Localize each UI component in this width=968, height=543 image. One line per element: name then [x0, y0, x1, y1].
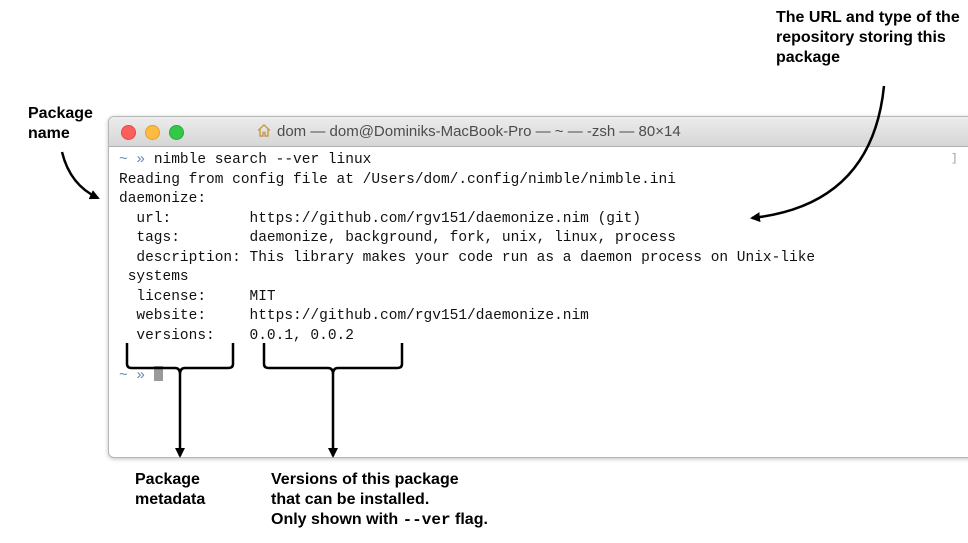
output-line: daemonize: — [119, 191, 207, 207]
ver-flag: --ver — [402, 511, 451, 529]
window-title: dom — dom@Dominiks-MacBook-Pro — ~ — -zs… — [257, 123, 681, 140]
prompt: ~ » — [119, 152, 146, 168]
output-line: website: https://github.com/rgv151/daemo… — [119, 308, 589, 324]
output-line: license: MIT — [119, 288, 276, 305]
versions-annotation-text-a: Only shown with — [271, 511, 403, 528]
versions-annotation-line-3: Only shown with --ver flag. — [271, 510, 571, 530]
output-line: versions: 0.0.1, 0.0.2 — [119, 327, 354, 344]
output-line: tags: daemonize, background, fork, unix,… — [119, 230, 676, 246]
package-name-annotation: Package name — [28, 105, 93, 142]
window-title-text: dom — dom@Dominiks-MacBook-Pro — ~ — -zs… — [277, 123, 681, 140]
minimize-button[interactable] — [145, 125, 160, 140]
versions-annotation-line-2: that can be installed. — [271, 491, 430, 508]
package-name-arrow — [60, 151, 100, 200]
command-text: nimble search --ver linux — [153, 152, 372, 168]
versions-annotation-line-1: Versions of this package — [271, 471, 459, 488]
versions-annotation-text-b: flag. — [450, 511, 488, 528]
repo-url-annotation: The URL and type of the repository stori… — [776, 9, 960, 66]
package-metadata-annotation: Package metadata — [135, 471, 206, 508]
title-bar[interactable]: dom — dom@Dominiks-MacBook-Pro — ~ — -zs… — [109, 117, 968, 147]
output-line: url: https://github.com/rgv151/daemonize… — [119, 210, 642, 227]
final-prompt: ~ » — [119, 367, 146, 384]
close-button[interactable] — [121, 125, 136, 140]
versions-annotation: Versions of this package that can be ins… — [271, 470, 571, 530]
output-line: Reading from config file at /Users/dom/.… — [119, 171, 676, 188]
home-icon — [257, 124, 271, 137]
terminal-output[interactable]: ~ » nimble search --ver linux Reading fro… — [119, 151, 955, 457]
output-line: description: This library makes your cod… — [119, 249, 816, 266]
final-prompt-line: ~ » — [119, 365, 955, 387]
output-line: systems — [119, 269, 189, 285]
zoom-button[interactable] — [169, 125, 184, 140]
terminal-window[interactable]: dom — dom@Dominiks-MacBook-Pro — ~ — -zs… — [108, 116, 968, 458]
command-line: ~ » nimble search --ver linux — [119, 151, 955, 171]
text-cursor — [153, 365, 163, 381]
scroll-marker: ] — [951, 153, 958, 165]
